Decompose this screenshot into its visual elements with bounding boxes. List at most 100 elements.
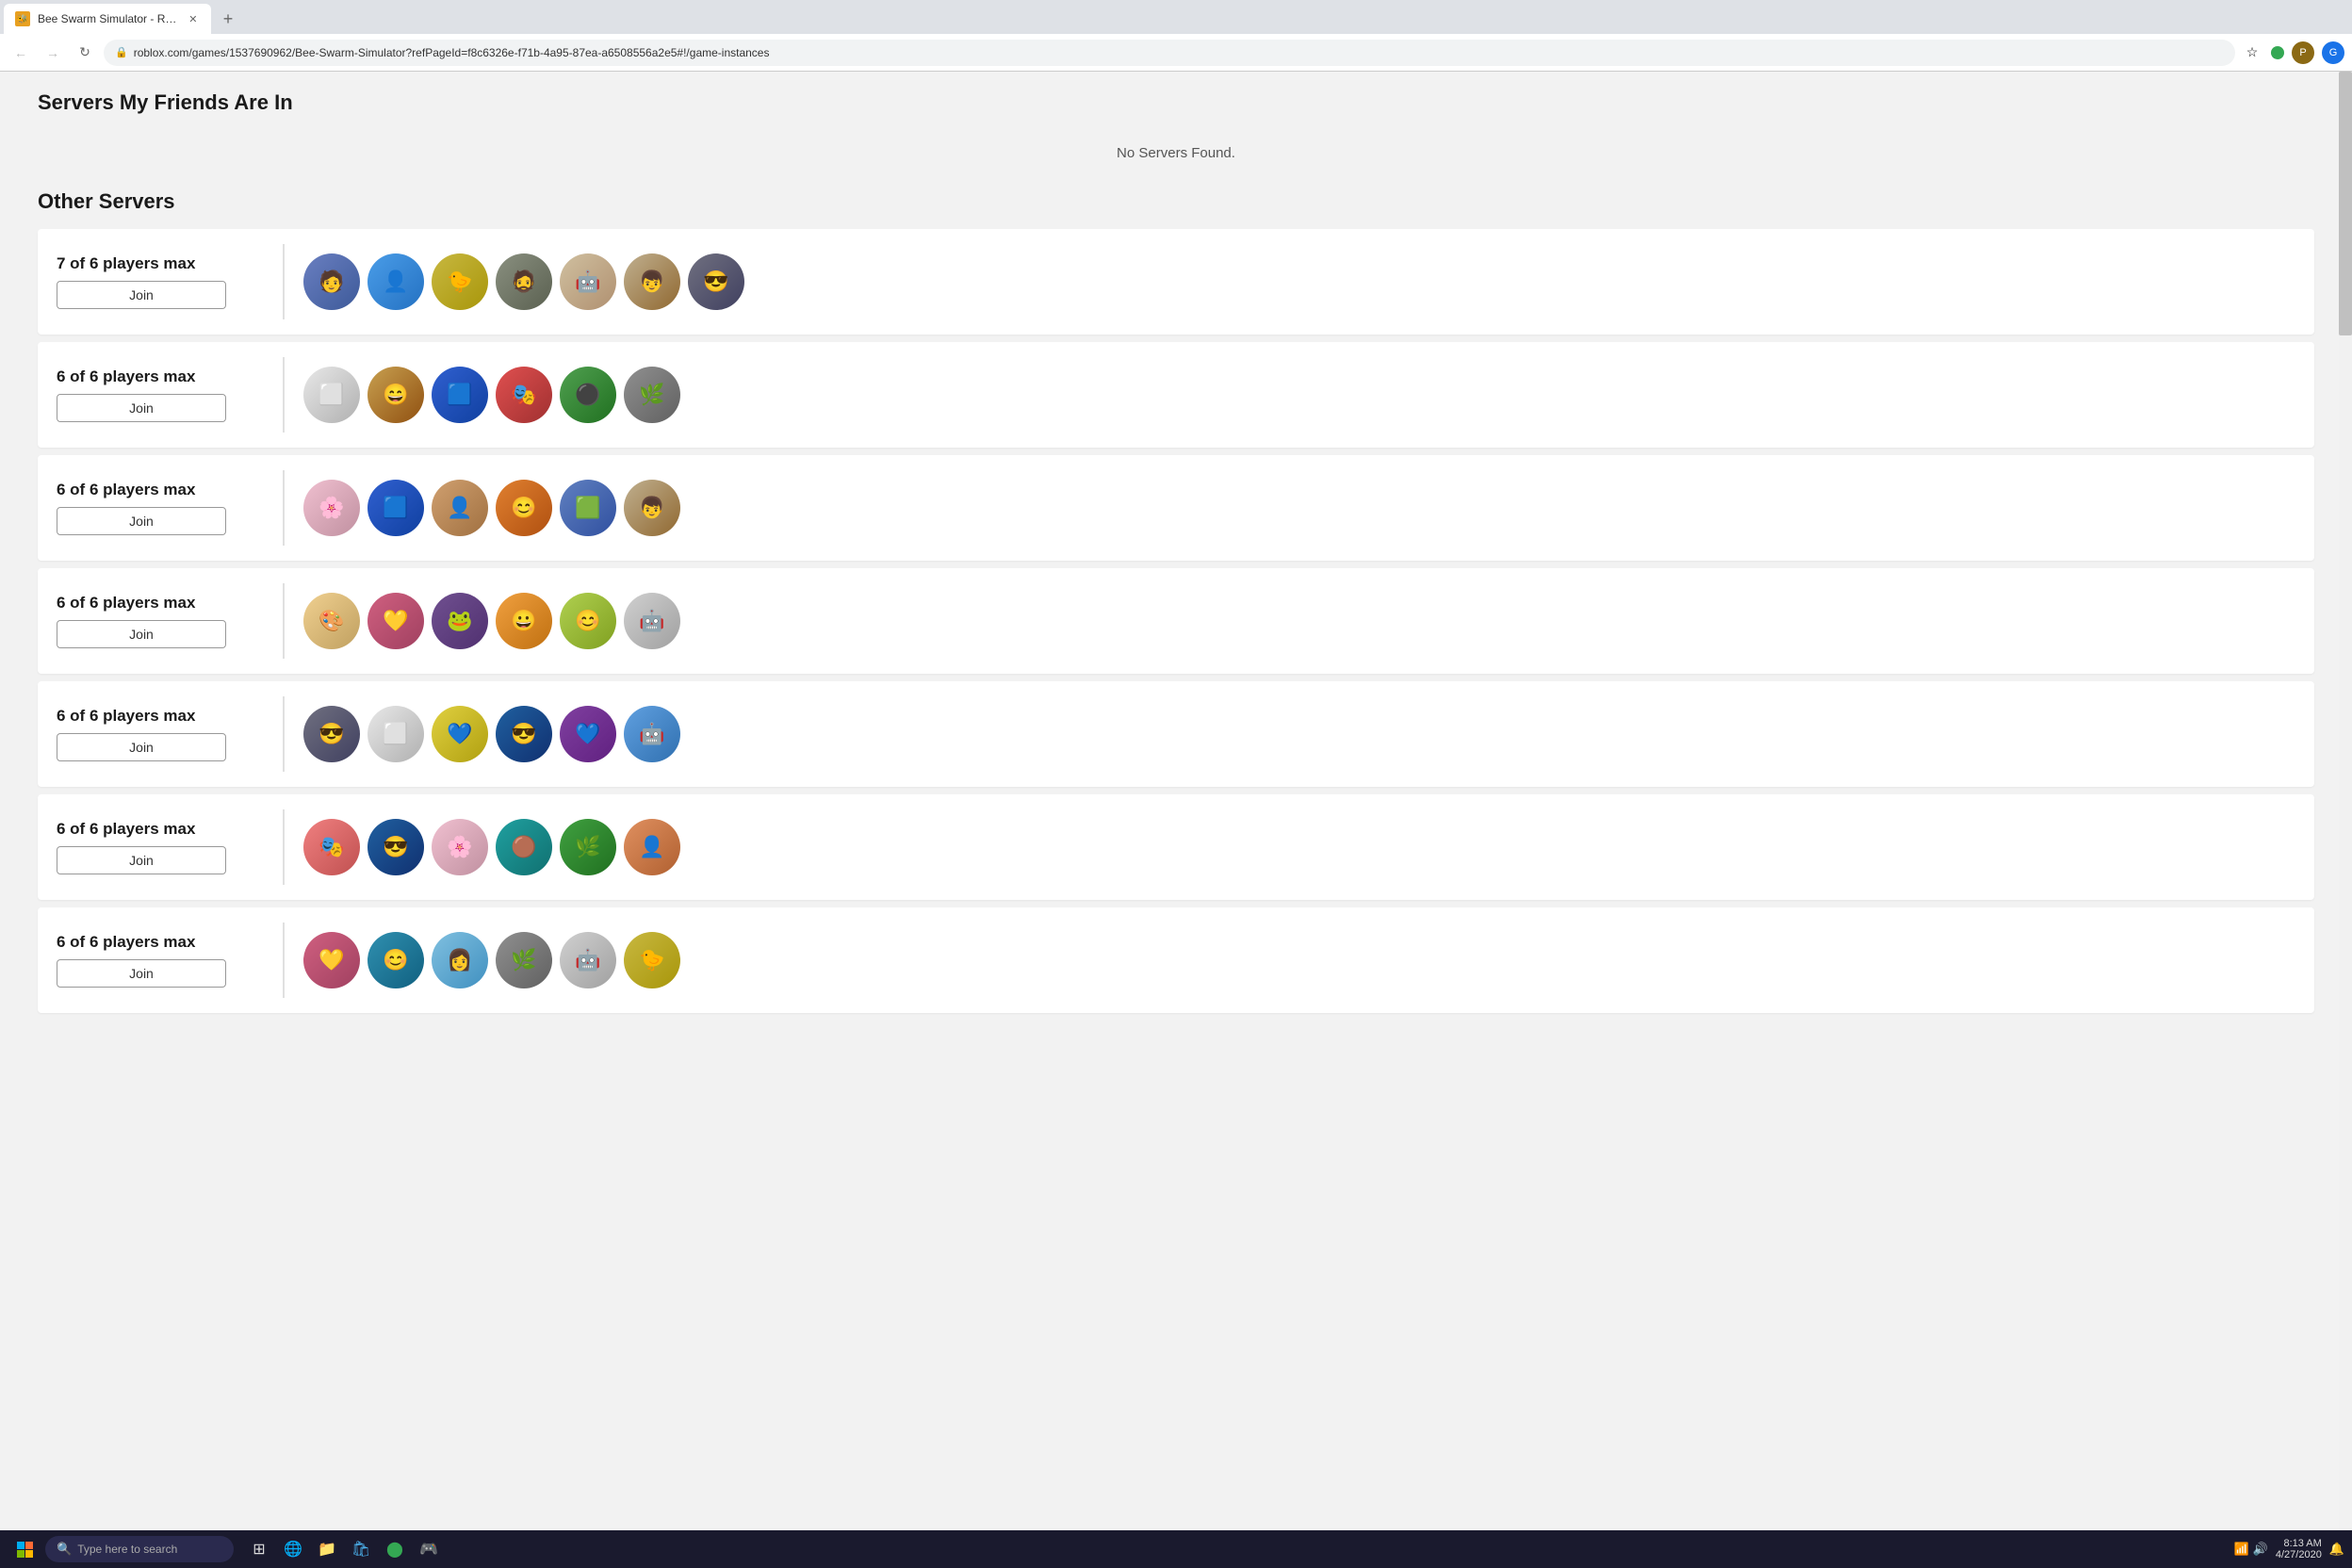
avatar[interactable]: 😊 [368, 932, 424, 988]
join-button[interactable]: Join [57, 281, 226, 309]
avatar[interactable]: 🤖 [560, 253, 616, 310]
taskbar-icons: ⊞ 🌐 📁 🛍 ⬤ 🎮 [245, 1535, 443, 1563]
avatar[interactable]: 🌿 [624, 367, 680, 423]
avatar[interactable]: 🌿 [496, 932, 552, 988]
browser-chrome: 🐝 Bee Swarm Simulator - Roblo... ✕ + ← →… [0, 0, 2352, 72]
taskbar-search[interactable]: 🔍 Type here to search [45, 1536, 234, 1562]
join-button[interactable]: Join [57, 733, 226, 761]
store-icon[interactable]: 🛍 [347, 1535, 375, 1563]
page-content: Servers My Friends Are In No Servers Fou… [0, 72, 2352, 1568]
taskbar-search-placeholder: Type here to search [77, 1543, 177, 1556]
avatar[interactable]: 😎 [368, 819, 424, 875]
avatar[interactable]: ⚫ [560, 367, 616, 423]
tab-close-button[interactable]: ✕ [187, 11, 200, 26]
avatar[interactable]: 👩 [432, 932, 488, 988]
player-count: 6 of 6 players max [57, 707, 264, 726]
avatar[interactable]: 🌿 [560, 819, 616, 875]
avatar[interactable]: 🐸 [432, 593, 488, 649]
avatar[interactable]: 🤖 [624, 706, 680, 762]
join-button[interactable]: Join [57, 394, 226, 422]
taskbar: 🔍 Type here to search ⊞ 🌐 📁 🛍 ⬤ 🎮 📶 🔊 8:… [0, 1530, 2352, 1568]
start-button[interactable] [8, 1532, 41, 1566]
avatar[interactable]: 🐤 [624, 932, 680, 988]
notification-icon[interactable]: 🔔 [2329, 1542, 2344, 1557]
taskbar-clock: 8:13 AM 4/27/2020 [2276, 1538, 2322, 1560]
join-button[interactable]: Join [57, 846, 226, 874]
back-button[interactable]: ← [8, 40, 34, 66]
server-info: 7 of 6 players max Join [57, 254, 264, 309]
avatar[interactable]: 🟦 [432, 367, 488, 423]
server-card: 6 of 6 players max Join 🌸🟦👤😊🟩👦 [38, 455, 2314, 561]
avatar[interactable]: ⬜ [303, 367, 360, 423]
avatar-list: ⬜😄🟦🎭⚫🌿 [303, 367, 680, 423]
no-servers-text: No Servers Found. [38, 126, 2314, 189]
server-info: 6 of 6 players maxJoin [57, 368, 264, 422]
avatar[interactable]: 🎨 [303, 593, 360, 649]
forward-button[interactable]: → [40, 40, 66, 66]
avatar[interactable]: 🟤 [496, 819, 552, 875]
avatar[interactable]: 👦 [624, 253, 680, 310]
avatar[interactable]: 😎 [303, 706, 360, 762]
explorer-icon[interactable]: 📁 [313, 1535, 341, 1563]
avatar[interactable]: ⬜ [368, 706, 424, 762]
avatar[interactable]: 😊 [560, 593, 616, 649]
system-tray: 📶 🔊 [2234, 1542, 2268, 1557]
avatar[interactable]: 😎 [688, 253, 744, 310]
avatar[interactable]: 😀 [496, 593, 552, 649]
avatar[interactable]: 👤 [624, 819, 680, 875]
server-card: 6 of 6 players max Join 🎨💛🐸😀😊🤖 [38, 568, 2314, 674]
player-count: 6 of 6 players max [57, 594, 264, 612]
avatar[interactable]: 🐤 [432, 253, 488, 310]
servers-list: 7 of 6 players maxJoin🧑👤🐤🧔🤖👦😎6 of 6 play… [38, 229, 2314, 1013]
clock-time: 8:13 AM [2276, 1538, 2322, 1549]
avatar[interactable]: 🟩 [560, 480, 616, 536]
join-button[interactable]: Join [57, 507, 226, 535]
chrome-icon[interactable]: ⬤ [381, 1535, 409, 1563]
cast-icon[interactable] [2271, 46, 2284, 59]
avatar[interactable]: 😊 [496, 480, 552, 536]
url-bar[interactable]: 🔒 roblox.com/games/1537690962/Bee-Swarm-… [104, 40, 2235, 66]
extension-icon[interactable]: G [2322, 41, 2344, 64]
reload-button[interactable]: ↻ [72, 40, 98, 66]
server-card: 6 of 6 players max Join 💛😊👩🌿🤖🐤 [38, 907, 2314, 1013]
avatar[interactable]: 🧑 [303, 253, 360, 310]
join-button[interactable]: Join [57, 620, 226, 648]
avatar[interactable]: 👤 [432, 480, 488, 536]
avatar[interactable]: 💙 [560, 706, 616, 762]
avatar[interactable]: 🌸 [432, 819, 488, 875]
avatar-list: 🌸🟦👤😊🟩👦 [303, 480, 680, 536]
avatar[interactable]: 🎭 [496, 367, 552, 423]
avatar-list: 🎨💛🐸😀😊🤖 [303, 593, 680, 649]
scrollbar-thumb[interactable] [2339, 72, 2352, 335]
active-tab[interactable]: 🐝 Bee Swarm Simulator - Roblo... ✕ [4, 4, 211, 34]
url-text: roblox.com/games/1537690962/Bee-Swarm-Si… [134, 46, 770, 59]
avatar[interactable]: 💛 [303, 932, 360, 988]
profile-icon[interactable]: P [2292, 41, 2314, 64]
avatar-list: 😎⬜💙😎💙🤖 [303, 706, 680, 762]
avatar[interactable]: 😄 [368, 367, 424, 423]
scrollbar[interactable] [2339, 72, 2352, 1568]
new-tab-button[interactable]: + [215, 6, 241, 32]
player-count: 6 of 6 players max [57, 481, 264, 499]
edge-icon[interactable]: 🌐 [279, 1535, 307, 1563]
avatar-list: 💛😊👩🌿🤖🐤 [303, 932, 680, 988]
avatar[interactable]: 👤 [368, 253, 424, 310]
task-view-button[interactable]: ⊞ [245, 1535, 273, 1563]
avatar[interactable]: 🌸 [303, 480, 360, 536]
avatar[interactable]: 💛 [368, 593, 424, 649]
avatar[interactable]: 🤖 [624, 593, 680, 649]
player-count: 7 of 6 players max [57, 254, 264, 273]
avatar[interactable]: 🟦 [368, 480, 424, 536]
avatar-list: 🎭😎🌸🟤🌿👤 [303, 819, 680, 875]
bookmark-icon[interactable]: ☆ [2241, 41, 2263, 64]
avatar[interactable]: 💙 [432, 706, 488, 762]
join-button[interactable]: Join [57, 959, 226, 988]
avatar[interactable]: 🎭 [303, 819, 360, 875]
divider [283, 583, 285, 659]
player-count: 6 of 6 players max [57, 933, 264, 952]
roblox-icon[interactable]: 🎮 [415, 1535, 443, 1563]
avatar[interactable]: 🤖 [560, 932, 616, 988]
avatar[interactable]: 😎 [496, 706, 552, 762]
avatar[interactable]: 🧔 [496, 253, 552, 310]
avatar[interactable]: 👦 [624, 480, 680, 536]
